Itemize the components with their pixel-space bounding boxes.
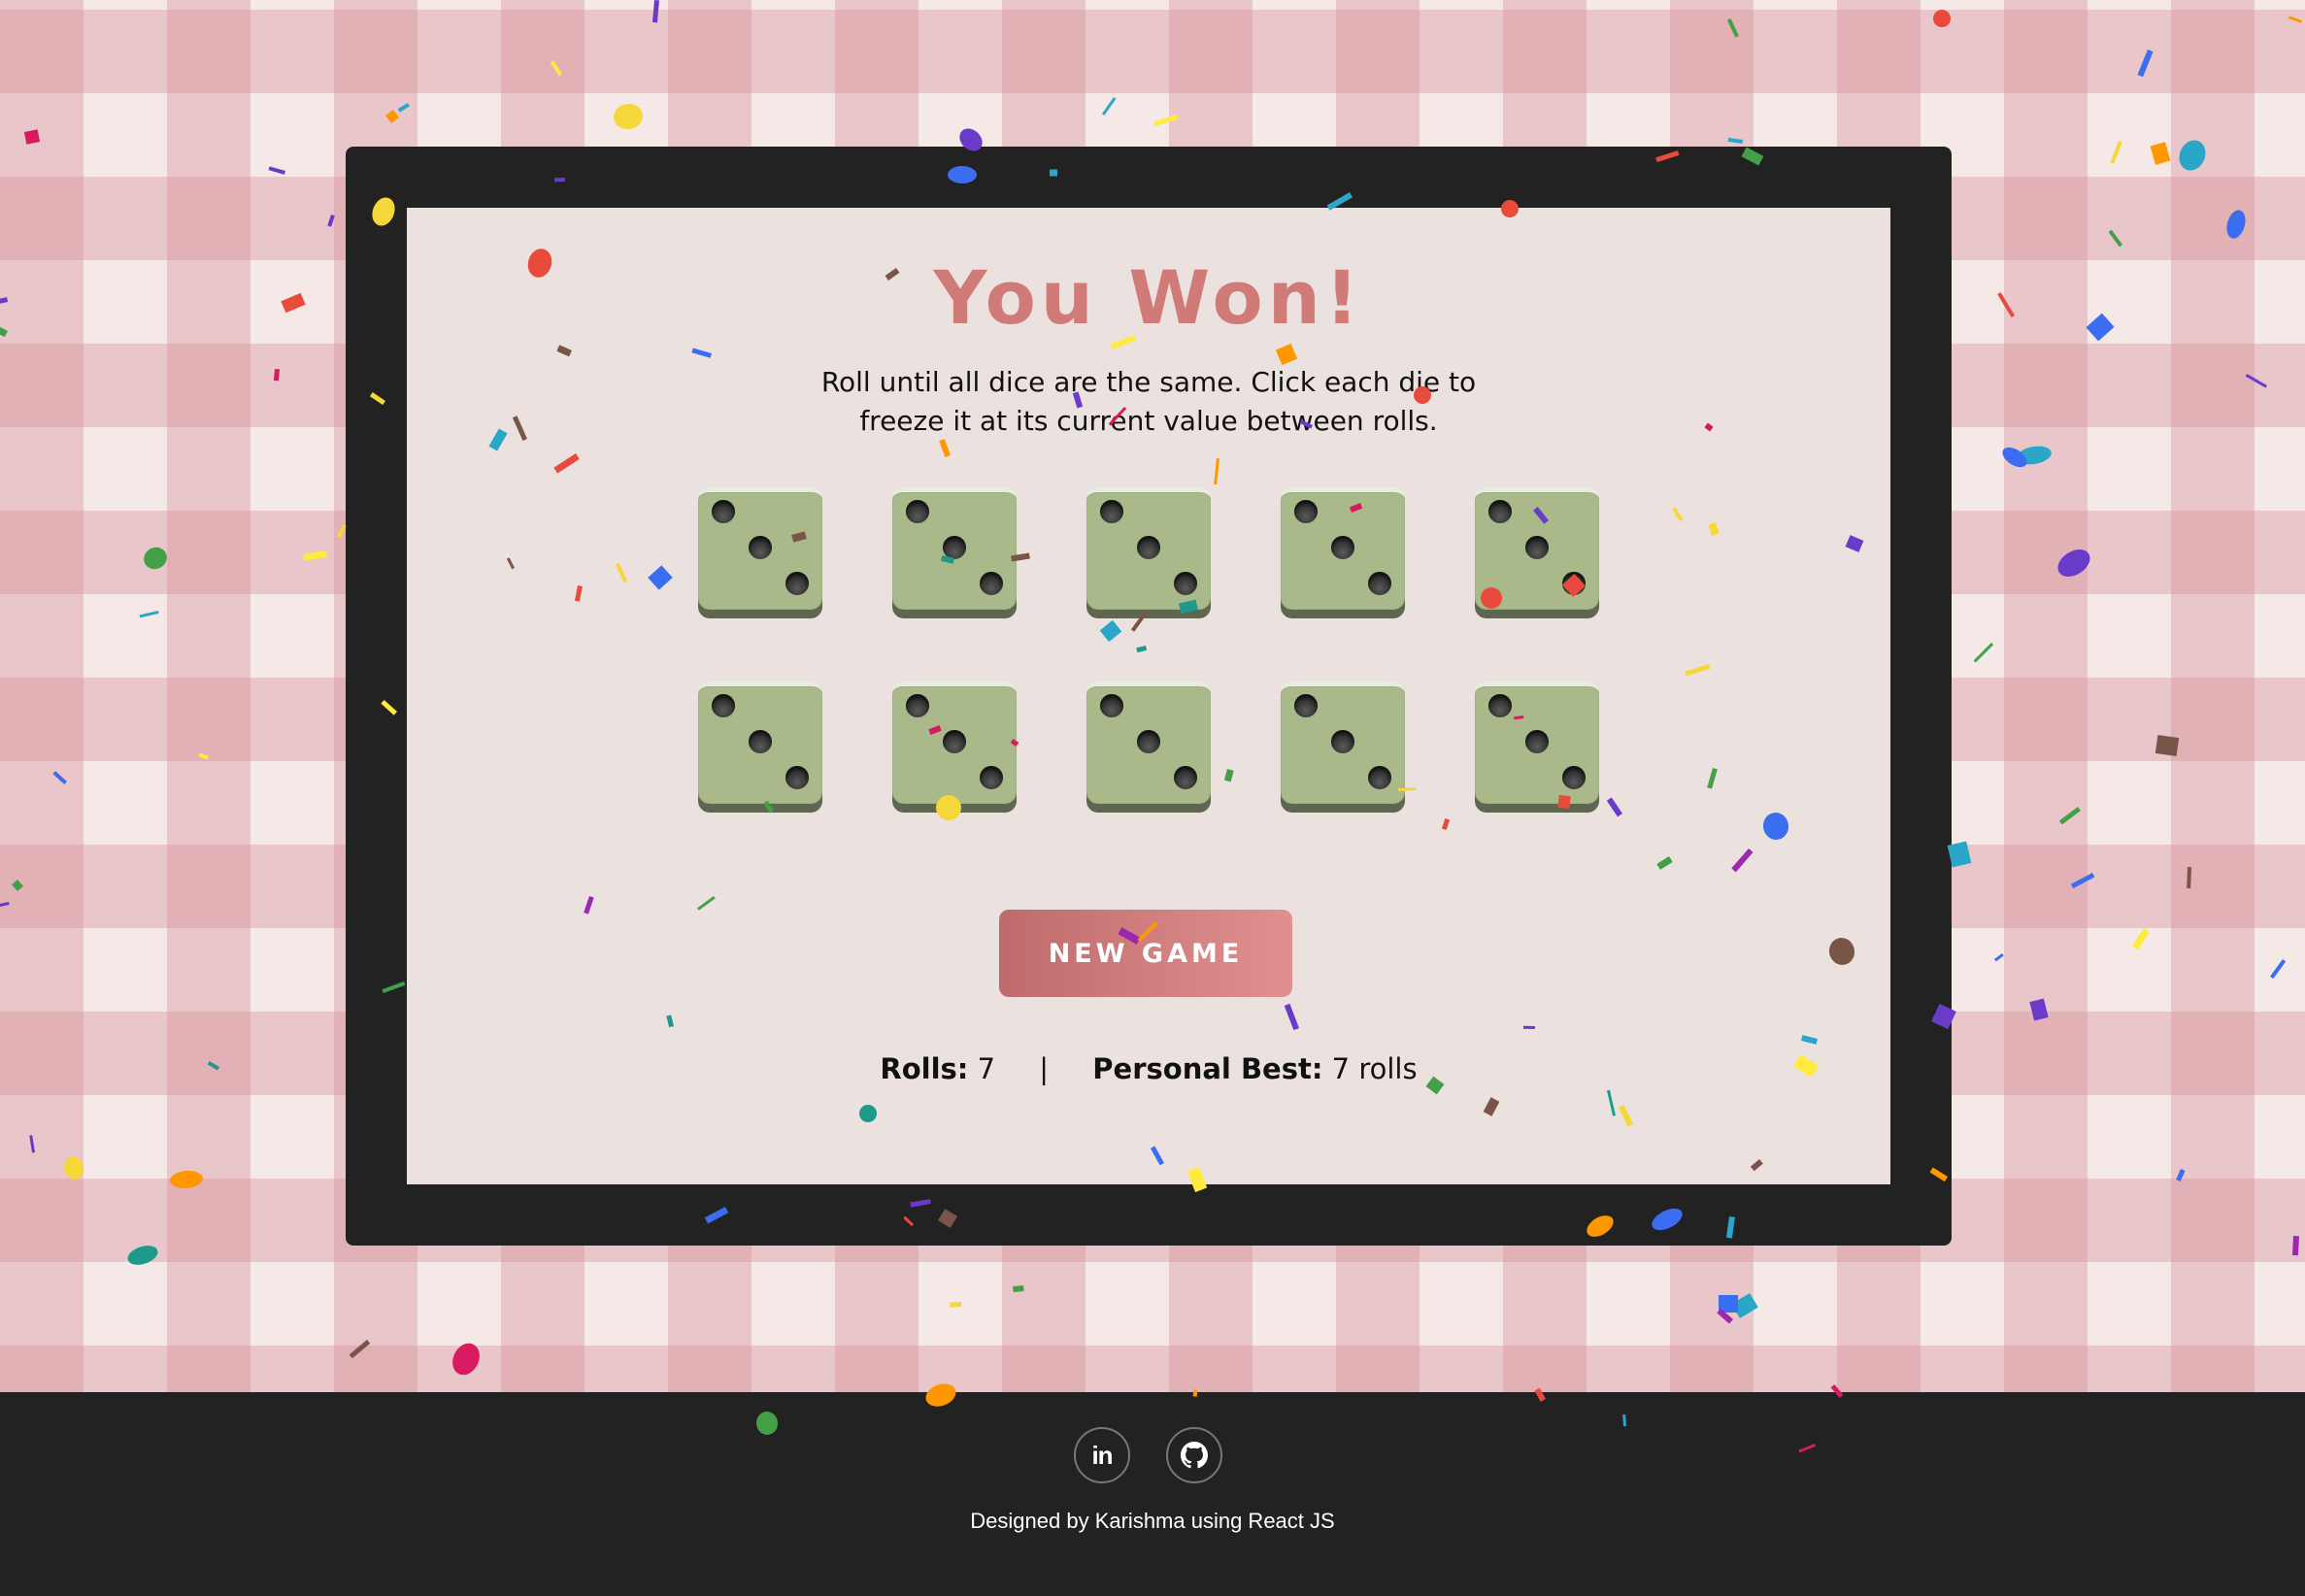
pip (1100, 694, 1123, 717)
pip (1137, 536, 1160, 559)
pip (1368, 766, 1391, 789)
stats-bar: Rolls: 7 | Personal Best: 7 rolls (407, 1052, 1890, 1085)
personal-best-label: Personal Best: (1092, 1052, 1323, 1085)
pip (1562, 572, 1586, 595)
die-10[interactable] (1475, 682, 1599, 804)
die-3[interactable] (1086, 487, 1211, 610)
pip (785, 572, 809, 595)
pip (980, 766, 1003, 789)
pip (1525, 536, 1549, 559)
new-game-button[interactable]: NEW GAME (999, 910, 1292, 997)
die-8[interactable] (1086, 682, 1211, 804)
pip (1174, 766, 1197, 789)
pip (943, 730, 966, 753)
pip (1137, 730, 1160, 753)
game-board: You Won! Roll until all dice are the sam… (407, 208, 1890, 1184)
github-link[interactable] (1166, 1427, 1222, 1483)
dice-grid (698, 487, 1599, 804)
pip (943, 536, 966, 559)
die-9[interactable] (1281, 682, 1405, 804)
pip (749, 730, 772, 753)
pip (1331, 730, 1354, 753)
pip (906, 694, 929, 717)
pip (1488, 694, 1512, 717)
pip (1525, 730, 1549, 753)
pip (1488, 500, 1512, 523)
pip (1368, 572, 1391, 595)
pip (749, 536, 772, 559)
die-6[interactable] (698, 682, 822, 804)
win-title: You Won! (933, 254, 1364, 341)
die-2[interactable] (892, 487, 1017, 610)
footer: in Designed by Karishma using React JS (0, 1392, 2305, 1596)
linkedin-link[interactable]: in (1074, 1427, 1130, 1483)
instructions-text: Roll until all dice are the same. Click … (820, 366, 1477, 437)
linkedin-icon: in (1091, 1440, 1113, 1470)
github-icon (1181, 1442, 1208, 1469)
personal-best-value: 7 rolls (1331, 1052, 1418, 1085)
die-1[interactable] (698, 487, 822, 610)
pip (1294, 694, 1318, 717)
rolls-value: 7 (977, 1052, 996, 1085)
pip (712, 500, 735, 523)
pip (906, 500, 929, 523)
rolls-label: Rolls: (880, 1052, 969, 1085)
die-5[interactable] (1475, 487, 1599, 610)
pip (1100, 500, 1123, 523)
game-frame: You Won! Roll until all dice are the sam… (346, 147, 1952, 1246)
die-7[interactable] (892, 682, 1017, 804)
pip (1331, 536, 1354, 559)
footer-credit: Designed by Karishma using React JS (970, 1509, 1335, 1533)
pip (1174, 572, 1197, 595)
pip (1562, 766, 1586, 789)
pip (1294, 500, 1318, 523)
stats-separator: | (1039, 1052, 1050, 1085)
die-4[interactable] (1281, 487, 1405, 610)
pip (712, 694, 735, 717)
pip (785, 766, 809, 789)
pip (980, 572, 1003, 595)
